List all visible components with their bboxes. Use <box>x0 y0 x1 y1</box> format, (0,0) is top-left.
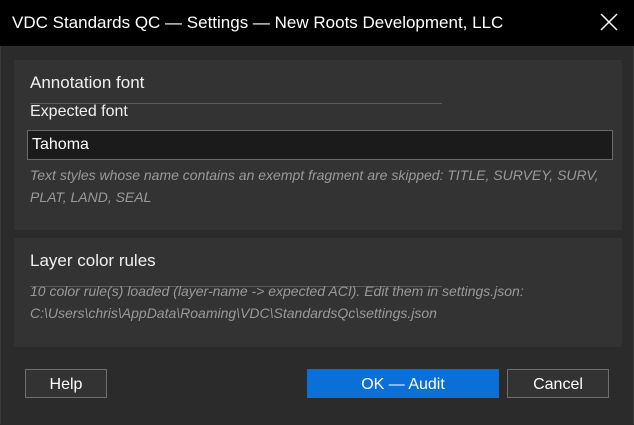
section-title: Layer color rules <box>30 250 162 272</box>
color-rules-hint: 10 color rule(s) loaded (layer-name -> e… <box>30 283 524 321</box>
annotation-font-header: Annotation font <box>30 72 442 104</box>
help-button[interactable]: Help <box>25 369 107 398</box>
expected-font-label: Expected font <box>30 103 128 120</box>
annotation-font-group: Annotation font Expected font Text style… <box>13 59 623 231</box>
section-title: Annotation font <box>30 72 151 94</box>
close-icon[interactable] <box>598 11 620 33</box>
layer-color-rules-header: Layer color rules <box>30 250 442 287</box>
layer-color-rules-group: Layer color rules 10 color rule(s) loade… <box>13 237 623 348</box>
exempt-fragments-hint: Text styles whose name contains an exemp… <box>30 167 599 205</box>
expected-font-input[interactable] <box>27 130 613 160</box>
cancel-button[interactable]: Cancel <box>507 369 609 398</box>
ok-audit-button[interactable]: OK — Audit <box>307 369 499 398</box>
title-bar: VDC Standards QC — Settings — New Roots … <box>0 0 634 46</box>
window-title: VDC Standards QC — Settings — New Roots … <box>12 13 504 32</box>
